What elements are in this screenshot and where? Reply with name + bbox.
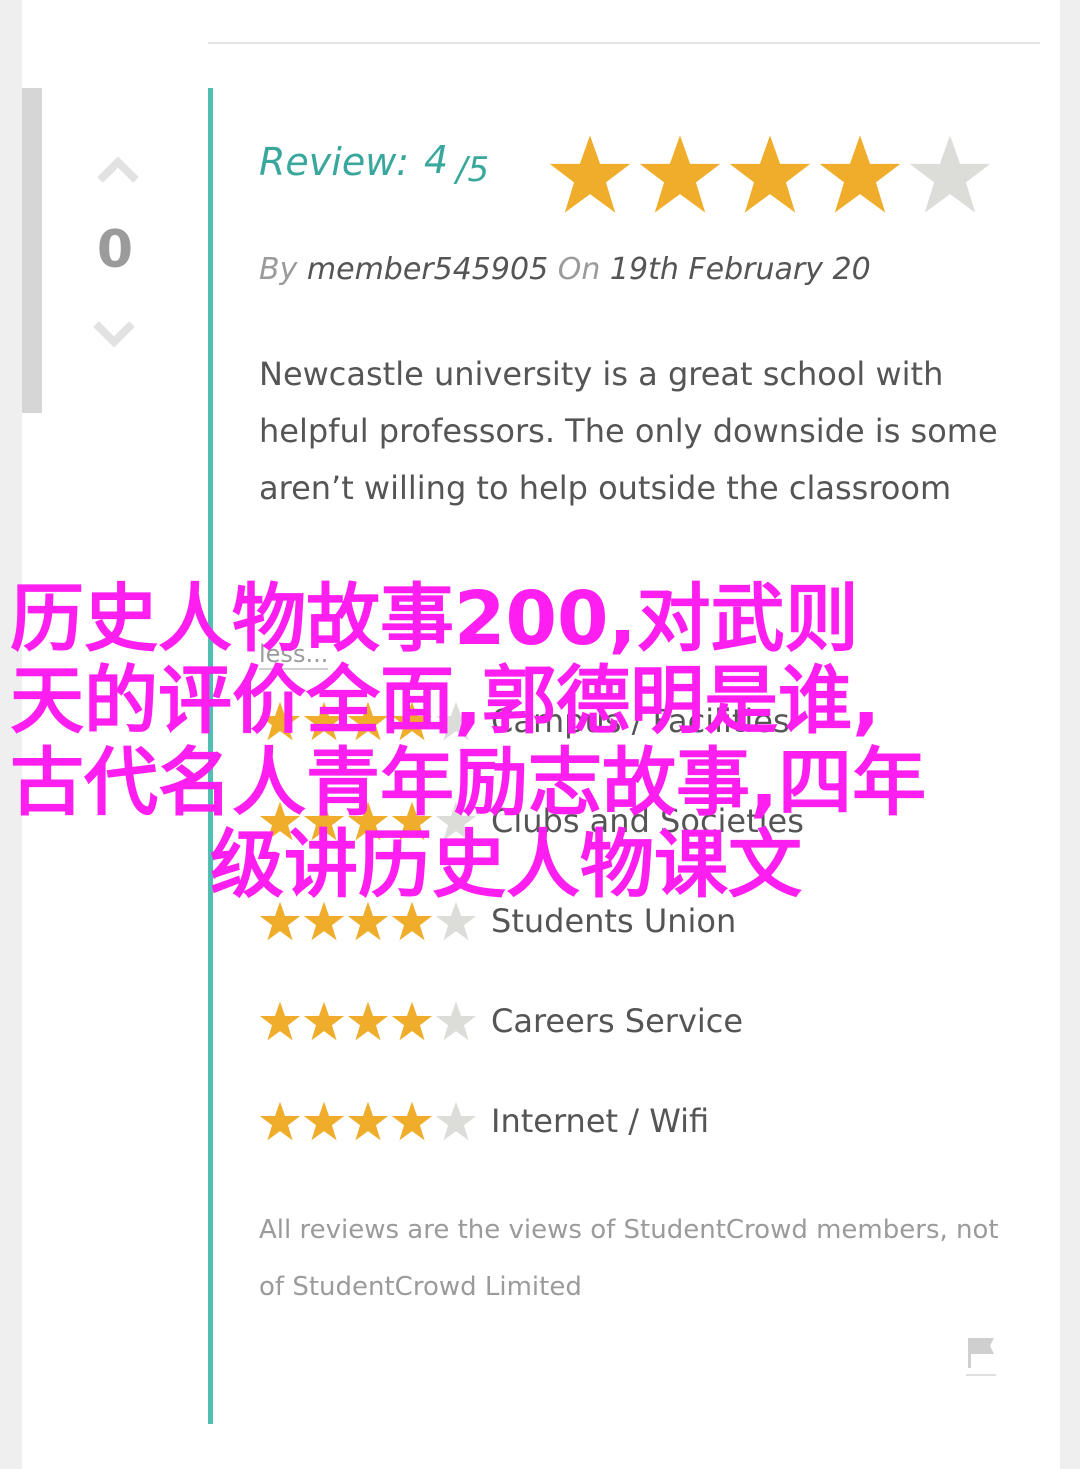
reviewer-name[interactable]: member545905 (307, 252, 548, 287)
star-icon (347, 1101, 389, 1141)
upvote-button[interactable] (96, 150, 140, 190)
rating-row: Internet / Wifi (259, 1100, 709, 1142)
byline-on: On (557, 252, 601, 287)
vote-rail (22, 88, 42, 413)
vote-count: 0 (96, 220, 134, 280)
rating-label: Careers Service (491, 1002, 744, 1040)
star-icon (391, 1001, 433, 1041)
byline-by: By (259, 252, 298, 287)
star-icon (347, 1001, 389, 1041)
star-icon (909, 135, 991, 213)
star-icon (259, 1101, 301, 1141)
review-body: Newcastle university is a great school w… (259, 355, 998, 507)
review-label: Review: (259, 140, 410, 184)
overlay-line-2: 天的评价全面,郭德明是谁, (10, 658, 881, 744)
star-icon (729, 135, 811, 213)
star-icon (303, 1101, 345, 1141)
star-icon (819, 135, 901, 213)
overlay-line-1: 历史人物故事200,对武则 (10, 576, 859, 662)
rating-row: Careers Service (259, 1000, 743, 1042)
review-header: Review: (259, 140, 409, 184)
star-icon (435, 1001, 477, 1041)
top-divider (208, 42, 1040, 44)
star-icon (639, 135, 721, 213)
overall-rating-stars (548, 132, 992, 216)
review-date: 19th February 20 (609, 252, 871, 287)
flag-icon (966, 1338, 996, 1376)
disclaimer: All reviews are the views of StudentCrow… (259, 1215, 999, 1302)
chevron-down-icon (93, 321, 135, 348)
overlay-caption: 历史人物故事200,对武则 天的评价全面,郭德明是谁, 古代名人青年励志故事,四… (0, 578, 1080, 906)
overlay-line-4: 级讲历史人物课文 (210, 822, 802, 908)
star-icon (549, 135, 631, 213)
chevron-up-icon (97, 156, 139, 183)
star-icon (303, 1001, 345, 1041)
report-flag-button[interactable] (966, 1334, 996, 1382)
star-icon (391, 1101, 433, 1141)
star-icon (259, 1001, 301, 1041)
review-score: 4 (424, 138, 449, 182)
review-out-of: /5 (456, 150, 490, 190)
rating-label: Internet / Wifi (491, 1102, 710, 1140)
star-icon (435, 1101, 477, 1141)
review-byline: By member545905 On 19th February 20 (259, 252, 871, 287)
rating-stars (259, 1000, 477, 1042)
overlay-line-3: 古代名人青年励志故事,四年 (10, 740, 927, 826)
downvote-button[interactable] (92, 318, 136, 358)
rating-stars (259, 1100, 477, 1142)
